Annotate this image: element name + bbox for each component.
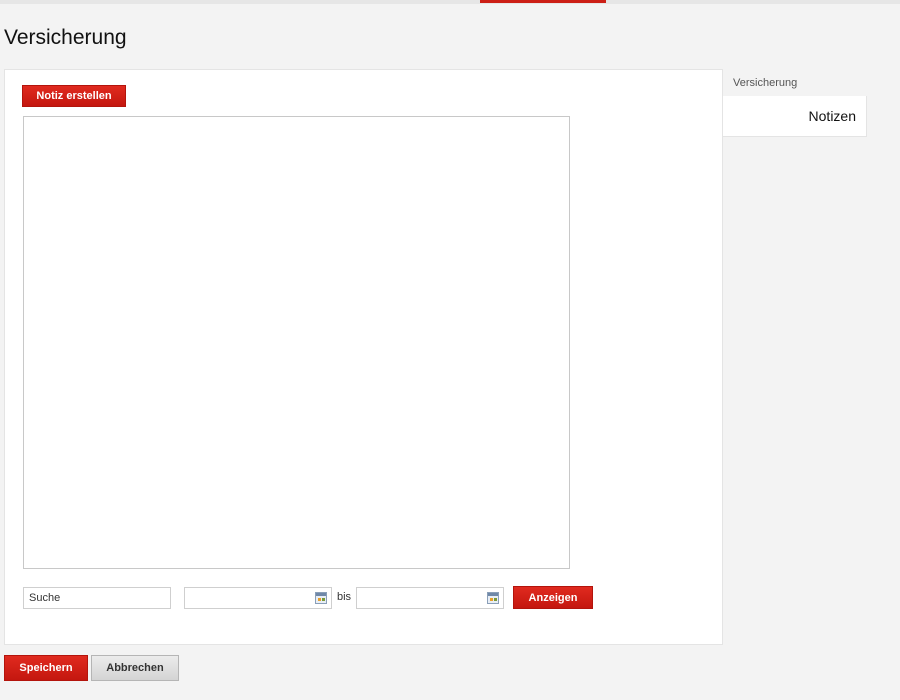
show-button[interactable]: Anzeigen: [513, 586, 593, 609]
create-note-button[interactable]: Notiz erstellen: [22, 85, 126, 107]
sidebar-section-label: Versicherung: [733, 77, 798, 89]
search-input-value: Suche: [29, 592, 61, 604]
save-button[interactable]: Speichern: [4, 655, 88, 681]
date-range-separator: bis: [337, 591, 352, 603]
cancel-button[interactable]: Abbrechen: [91, 655, 179, 681]
top-navigation-bar: [0, 0, 900, 4]
active-nav-indicator: [480, 0, 606, 3]
search-input[interactable]: Suche: [23, 587, 171, 609]
notes-panel: Notiz erstellen Suche bis Anzeigen: [4, 69, 723, 645]
date-to-field[interactable]: [356, 587, 504, 609]
tab-notizen[interactable]: Notizen: [723, 96, 867, 137]
calendar-icon[interactable]: [487, 592, 499, 604]
page-title: Versicherung: [4, 26, 127, 49]
calendar-icon[interactable]: [315, 592, 327, 604]
date-from-field[interactable]: [184, 587, 332, 609]
notes-list-area[interactable]: [23, 116, 570, 569]
